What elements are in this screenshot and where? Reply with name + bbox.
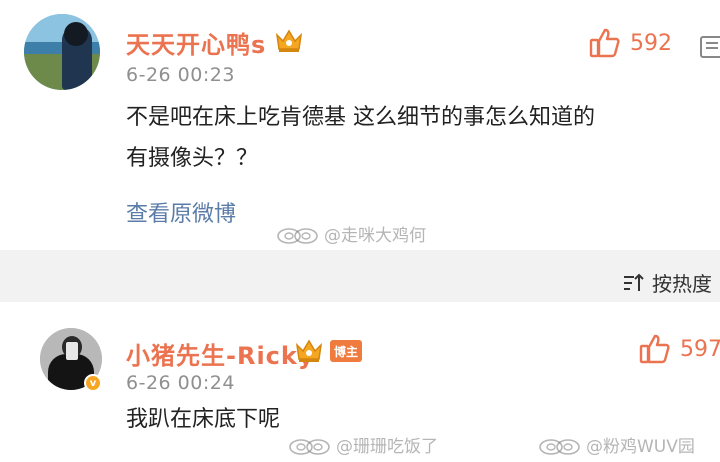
comment-time: 6-26 00:23 xyxy=(126,64,235,86)
crown-icon xyxy=(275,29,303,52)
weibo-watermark-icon xyxy=(289,438,330,455)
weibo-watermark-icon xyxy=(539,438,580,455)
watermark-text: @走咪大鸡何 xyxy=(324,226,426,246)
host-badge: 博主 xyxy=(330,340,362,362)
more-line xyxy=(706,47,718,49)
sort-by-hot-button[interactable]: 按热度 xyxy=(622,268,712,297)
avatar-hair xyxy=(64,22,88,46)
more-icon[interactable] xyxy=(700,36,720,58)
sort-bar xyxy=(0,262,720,302)
comment-text: 我趴在床底下呢 xyxy=(126,407,281,432)
like-button[interactable]: 592 xyxy=(588,26,672,60)
crown-icon xyxy=(295,339,323,362)
username[interactable]: 小猪先生-Ricky xyxy=(126,336,315,371)
like-button[interactable]: 597 xyxy=(638,332,720,366)
sort-icon xyxy=(624,273,644,291)
comment-text-line1: 不是吧在床上吃肯德基 这么细节的事怎么知道的 xyxy=(126,105,595,130)
verified-badge: v xyxy=(84,374,102,392)
watermark: @珊珊吃饭了 xyxy=(288,432,438,457)
username[interactable]: 天天开心鸭s xyxy=(126,25,266,60)
comment-text-line2: 有摄像头？？ xyxy=(126,146,259,171)
watermark-text: @粉鸡WUV园 xyxy=(586,437,695,457)
view-original-link[interactable]: 查看原微博 xyxy=(126,196,236,228)
watermark-text: @珊珊吃饭了 xyxy=(336,437,438,457)
sort-label: 按热度 xyxy=(652,272,712,296)
like-count: 592 xyxy=(630,30,672,56)
thumbs-up-icon xyxy=(639,334,670,364)
like-count: 597 xyxy=(680,336,720,362)
avatar[interactable] xyxy=(24,14,100,90)
weibo-watermark-icon xyxy=(277,227,318,244)
watermark: @粉鸡WUV园 xyxy=(538,432,695,457)
watermark: @走咪大鸡何 xyxy=(276,221,426,246)
comment-time: 6-26 00:24 xyxy=(126,372,235,394)
avatar-phone xyxy=(66,342,78,360)
more-line xyxy=(706,42,718,44)
thumbs-up-icon xyxy=(589,28,620,58)
